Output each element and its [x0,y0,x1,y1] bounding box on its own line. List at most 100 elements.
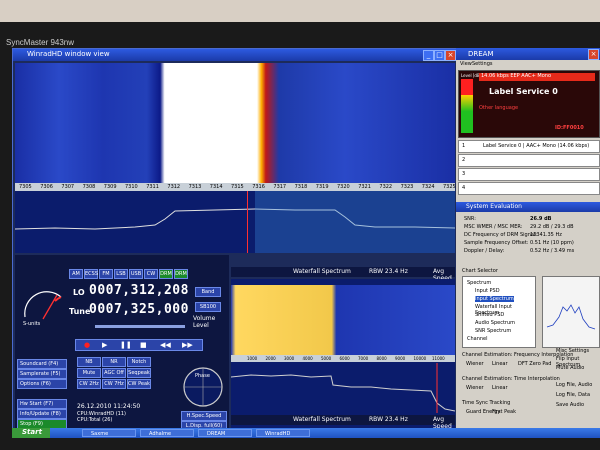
syseval-titlebar[interactable]: System Evaluation [456,202,600,212]
radio-option[interactable]: Wiener [466,385,484,391]
forward-icon[interactable]: ▶▶ [182,341,193,349]
dsp-button-cw-7hz[interactable]: CW 7Hz [102,379,126,389]
service-row[interactable]: 2 [458,154,600,167]
audio-freq-tick: 6000 [339,356,350,361]
mode-button-am[interactable]: AM [69,269,83,279]
mode-button-drm[interactable]: DRM [174,269,188,279]
task-button[interactable]: DREAM [198,429,252,437]
maximize-icon[interactable]: □ [434,50,445,61]
pause-icon[interactable]: ❚❚ [120,341,132,349]
mode-button-usb[interactable]: USB [129,269,143,279]
menu-settings[interactable]: Settings [472,61,493,67]
freq-tick: 7315 [231,184,244,190]
tune-cursor[interactable] [247,191,248,253]
dsp-button-seqpeak[interactable]: Seqpeak [127,368,151,378]
side-button[interactable]: Hw Start (F7) [17,399,67,409]
tree-item[interactable]: Shifted PSD [475,312,504,318]
radio-option[interactable]: Wiener [466,361,484,367]
mode-button-cw[interactable]: CW [144,269,158,279]
radio-option[interactable]: Linear [492,385,508,391]
log-checkbox[interactable]: Log File, Data [556,392,590,398]
audio-freq-tick: 5000 [321,356,332,361]
side-button[interactable]: Samplerate (F5) [17,369,67,379]
transport-bar: ● ▶ ❚❚ ■ ◀◀ ▶▶ [75,339,203,351]
audio-freq-tick: 7000 [358,356,369,361]
freq-tick: 7318 [294,184,308,190]
main-waterfall[interactable] [15,63,455,183]
dream-close-icon[interactable]: × [588,49,599,60]
chart-selector-tree[interactable]: Spectrum Input PSD Input Spectrum Waterfall… [462,276,536,348]
dsp-button-notch[interactable]: Notch [127,357,151,367]
rbw-label-2[interactable]: RBW 23.4 Hz [369,416,408,423]
audio-spectrum[interactable] [231,363,455,413]
rbw-label[interactable]: RBW 23.4 Hz [369,268,408,275]
mode-button-drm[interactable]: DRM [159,269,173,279]
phase-scope-icon [183,367,223,407]
radio-option[interactable]: First Peak [492,409,516,415]
spectrum-trace [15,191,455,253]
winrad-window: WinradHD window view _ □ × 7305 7306 7307 7… [12,48,458,438]
tree-item[interactable]: Input PSD [475,288,500,294]
mode-button-ecss[interactable]: ECSS [84,269,98,279]
menu-view[interactable]: View [460,61,472,67]
rewind-icon[interactable]: ◀◀ [160,341,171,349]
radio-option[interactable]: DFT Zero Pad [518,361,551,367]
close-icon[interactable]: × [445,50,456,61]
start-button[interactable]: Start [12,428,50,438]
stop-icon[interactable]: ■ [140,341,147,349]
volume-label: Volume [193,315,216,322]
option-group-title: Channel Estimation: Time Interpolation [462,376,560,382]
task-button[interactable]: WinradHD [256,429,310,437]
dsp-button-cw-2hz[interactable]: CW 2Hz [77,379,101,389]
screen: WinradHD window view _ □ × 7305 7306 7307 7… [12,48,600,438]
service-label: Label Service 0 [489,87,558,96]
freq-tick: 7311 [146,184,159,190]
spec-speed-button[interactable]: H.Spec.Speed [181,411,227,421]
tree-item[interactable]: Spectrum [467,280,491,286]
dream-display: Level [dB] 14.06 kbps EEP AAC+ Mono Labe… [458,70,600,138]
waterfall-label: Waterfall Spectrum [293,268,351,275]
radio-option[interactable]: Linear [492,361,508,367]
dream-titlebar[interactable]: DREAM × [456,48,600,60]
tune-label: Tune [69,307,91,316]
mode-button-fm[interactable]: FM [99,269,113,279]
main-spectrum[interactable] [15,191,455,253]
record-icon[interactable]: ● [84,341,90,349]
dsp-button-cw-peak[interactable]: CW Peak [127,379,151,389]
tree-item[interactable]: SNR Spectrum [475,328,511,334]
log-checkbox[interactable]: Log File, Audio [556,382,592,388]
tree-item[interactable]: Audio Spectrum [475,320,515,326]
log-checkbox[interactable]: Save Audio [556,402,584,408]
eval-value: 13341.35 Hz [530,232,562,238]
dsp-button-mute[interactable]: Mute [77,368,101,378]
mode-button-lsb[interactable]: LSB [114,269,128,279]
volume-slider[interactable] [95,325,185,328]
side-button[interactable]: Options (F6) [17,379,67,389]
waterfall-label-2: Waterfall Spectrum [293,416,351,423]
band-button[interactable]: Band [195,287,221,297]
audio-waterfall[interactable] [231,285,455,355]
side-button[interactable]: Info/Update (F8) [17,409,67,419]
tune-frequency[interactable]: 0007,325,000 [89,302,189,317]
dream-title: DREAM [468,50,494,58]
tree-item[interactable]: Channel [467,336,488,342]
misc-checkbox[interactable]: Mute Audio [556,365,584,371]
tree-item[interactable]: Input Spectrum [475,296,514,302]
task-button[interactable]: Saxme [82,429,136,437]
lo-frequency[interactable]: 0007,312,208 [89,283,189,298]
dsp-button-agc-off[interactable]: AGC Off [102,368,126,378]
service-row[interactable]: 1 Label Service 0 | AAC+ Mono (14.06 kbps… [458,140,600,153]
winrad-titlebar[interactable]: WinradHD window view _ □ × [13,49,457,61]
task-button[interactable]: Adhalme [140,429,194,437]
option-group-title: Time Sync Tracking [462,400,511,406]
minimize-icon[interactable]: _ [423,50,434,61]
dsp-button-nb[interactable]: NB [77,357,101,367]
sb-button[interactable]: SB100 [195,302,221,312]
play-icon[interactable]: ▶ [102,341,107,349]
dsp-button-nr[interactable]: NR [102,357,126,367]
dream-window: DREAM × View Settings Level [dB] 14.06 k… [456,48,600,202]
service-row[interactable]: 3 [458,168,600,181]
service-row[interactable]: 4 [458,182,600,195]
eval-label: Sample Frequency Offset: [464,240,529,246]
side-button[interactable]: Soundcard (F4) [17,359,67,369]
